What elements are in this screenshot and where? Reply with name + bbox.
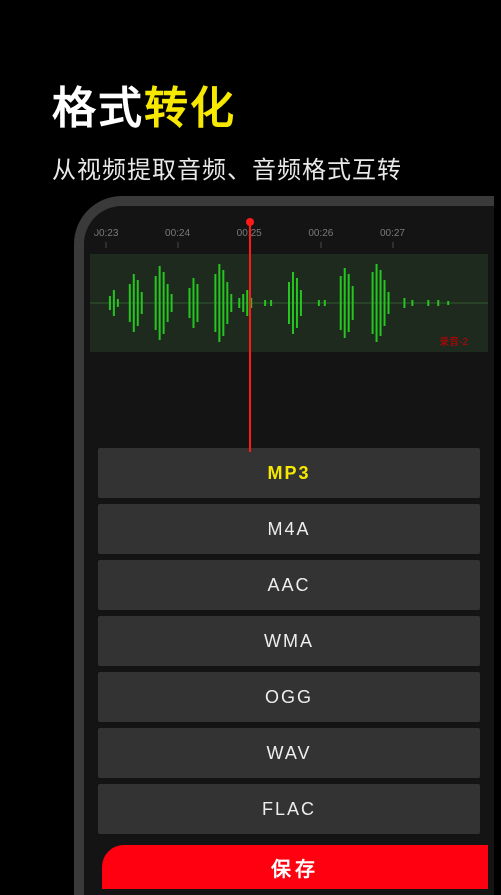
format-list: MP3 M4A AAC WMA OGG WAV FLAC: [90, 448, 488, 834]
timeline-tick: 00:24: [165, 228, 190, 239]
format-option-mp3[interactable]: MP3: [98, 448, 480, 498]
timeline-tick: 00:27: [380, 228, 405, 239]
format-option-ogg[interactable]: OGG: [98, 672, 480, 722]
waveform-track[interactable]: 录音-2: [90, 254, 488, 352]
device-frame: 00:23 00:24 00:25 00:26 00:27: [74, 196, 494, 895]
format-option-m4a[interactable]: M4A: [98, 504, 480, 554]
format-option-wav[interactable]: WAV: [98, 728, 480, 778]
format-option-flac[interactable]: FLAC: [98, 784, 480, 834]
waveform-icon: [90, 254, 488, 352]
timeline-tick: 00:23: [93, 228, 118, 239]
format-option-aac[interactable]: AAC: [98, 560, 480, 610]
playhead[interactable]: [249, 222, 251, 452]
headline-part1: 格式: [52, 84, 144, 133]
headline: 格式转化: [0, 0, 501, 136]
app-screen: 00:23 00:24 00:25 00:26 00:27: [90, 212, 488, 889]
headline-part2: 转化: [144, 84, 236, 133]
save-button[interactable]: 保存: [102, 845, 488, 889]
promo-page: 格式转化 从视频提取音频、音频格式互转 00:23 00:24 00:25 00…: [0, 0, 501, 895]
timeline-tick: 00:26: [308, 228, 333, 239]
timeline-ruler[interactable]: 00:23 00:24 00:25 00:26 00:27: [90, 222, 488, 252]
subheadline: 从视频提取音频、音频格式互转: [0, 136, 501, 185]
track-label: 录音-2: [439, 333, 468, 348]
format-option-wma[interactable]: WMA: [98, 616, 480, 666]
playhead-handle-icon[interactable]: [246, 218, 254, 226]
